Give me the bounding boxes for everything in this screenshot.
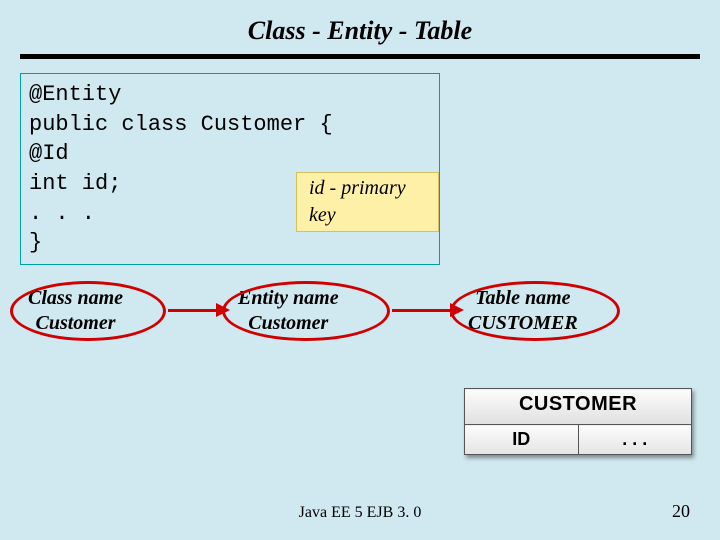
db-table-title: CUSTOMER <box>465 389 692 425</box>
table-heading: Table name <box>468 287 578 310</box>
pk-annotation: id - primary key <box>296 172 439 232</box>
db-col-id: ID <box>465 425 579 455</box>
class-heading: Class name <box>28 287 123 310</box>
code-line-3: @Id <box>29 139 431 169</box>
entity-heading: Entity name <box>238 287 339 310</box>
slide-title: Class - Entity - Table <box>0 0 720 54</box>
table-node: Table name CUSTOMER <box>468 287 578 335</box>
entity-node: Entity name Customer <box>238 287 339 335</box>
class-value: Customer <box>28 312 123 335</box>
class-node: Class name Customer <box>28 287 123 335</box>
table-value: CUSTOMER <box>468 312 578 335</box>
db-col-more: . . . <box>578 425 692 455</box>
code-line-2: public class Customer { <box>29 110 431 140</box>
entity-value: Customer <box>238 312 339 335</box>
mapping-row: Class name Customer Entity name Customer… <box>20 287 700 369</box>
code-line-6: } <box>29 228 431 258</box>
code-block: @Entity public class Customer { @Id int … <box>20 73 440 265</box>
code-line-1: @Entity <box>29 80 431 110</box>
title-rule <box>20 54 700 59</box>
footer-text: Java EE 5 EJB 3. 0 <box>0 504 720 522</box>
db-table-diagram: CUSTOMER ID . . . <box>464 388 692 455</box>
page-number: 20 <box>672 501 690 522</box>
